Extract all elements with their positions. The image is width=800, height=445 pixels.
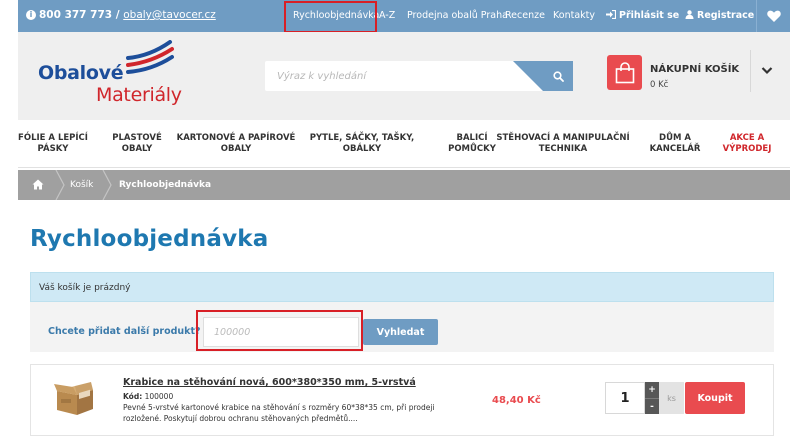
cart-title[interactable]: NÁKUPNÍ KOŠÍK <box>650 64 739 75</box>
shopping-bag-icon <box>615 61 634 83</box>
product-price: 48,40 Kč <box>492 395 541 406</box>
category-nav: FÓLIE A LEPÍCÍ PÁSKY PLASTOVÉ OBALY KART… <box>18 120 790 168</box>
heart-icon <box>766 10 781 22</box>
quantity-input[interactable]: 1 <box>605 382 645 414</box>
breadcrumb-separator <box>55 170 65 200</box>
logo-text-line2: Materiály <box>96 84 182 106</box>
cart-empty-alert: Váš košík je prázdný <box>30 272 774 302</box>
quantity-unit: ks <box>659 382 684 414</box>
toplink-quick-order[interactable]: Rychloobjednávka <box>293 10 379 21</box>
decrement-button[interactable]: - <box>645 398 659 414</box>
search-decoration <box>513 61 543 91</box>
user-icon <box>685 10 694 19</box>
info-icon: i <box>26 10 36 20</box>
category-item[interactable]: FÓLIE A LEPÍCÍ PÁSKY <box>18 120 88 168</box>
page-title: Rychloobjednávka <box>30 226 269 252</box>
breadcrumb-separator <box>102 170 112 200</box>
logo-text-line1: Obalové <box>38 62 124 84</box>
increment-button[interactable]: + <box>645 382 659 398</box>
product-row: Krabice na stěhování nová, 600*380*350 m… <box>30 364 774 436</box>
search-input[interactable] <box>265 61 543 91</box>
product-image[interactable] <box>53 377 97 417</box>
cart-button[interactable] <box>607 55 642 90</box>
category-item[interactable]: STĚHOVACÍ A MANIPULAČNÍ TECHNIKA <box>488 120 638 168</box>
search-box <box>265 61 543 91</box>
site-header: Obalové Materiály NÁKUPNÍ KOŠÍK 0 Kč <box>18 32 790 120</box>
email-link[interactable]: obaly@tavocer.cz <box>123 9 216 21</box>
add-product-row: Chcete přidat další produkt? Vyhledat <box>30 302 774 352</box>
toplink-store-prague[interactable]: Prodejna obalů Praha <box>407 10 508 21</box>
find-product-button[interactable]: Vyhledat <box>363 319 438 345</box>
top-bar: i 800 377 773 / obaly@tavocer.cz Rychloob… <box>18 0 790 32</box>
breadcrumb: Košík Rychloobjednávka <box>18 170 790 200</box>
cart-total: 0 Kč <box>650 80 669 90</box>
wishlist-button[interactable] <box>756 0 790 32</box>
quantity-stepper: + - <box>645 382 659 414</box>
buy-button[interactable]: Koupit <box>685 382 745 414</box>
register-link[interactable]: Registrace <box>685 10 754 21</box>
category-item-sale[interactable]: AKCE A VÝPRODEJ <box>712 120 782 168</box>
login-link[interactable]: Přihlásit se <box>606 9 679 21</box>
breadcrumb-item[interactable]: Košík <box>70 180 93 190</box>
product-code-field <box>203 317 359 347</box>
add-product-label: Chcete přidat další produkt? <box>48 326 201 337</box>
breadcrumb-current: Rychloobjednávka <box>119 180 212 190</box>
logo-swoosh <box>126 40 174 74</box>
product-name-link[interactable]: Krabice na stěhování nová, 600*380*350 m… <box>123 377 416 388</box>
phone-number: 800 377 773 <box>39 9 113 21</box>
divider <box>750 50 751 92</box>
sign-in-icon <box>606 9 617 20</box>
category-item[interactable]: PLASTOVÉ OBALY <box>102 120 172 168</box>
category-item[interactable]: PYTLE, SÁČKY, TAŠKY, OBÁLKY <box>306 120 418 168</box>
chevron-down-icon[interactable] <box>761 66 773 75</box>
toplink-a-z[interactable]: A-Z <box>379 10 395 21</box>
home-icon[interactable] <box>32 179 44 190</box>
category-item[interactable]: DŮM A KANCELÁŘ <box>640 120 710 168</box>
toplink-contacts[interactable]: Kontakty <box>553 10 595 21</box>
toplink-reviews[interactable]: Recenze <box>505 10 545 21</box>
search-icon <box>552 70 564 82</box>
contact-info: i 800 377 773 / obaly@tavocer.cz <box>26 9 216 21</box>
product-description: Pevné 5-vrstvé kartonové krabice na stěh… <box>123 403 435 423</box>
product-code: Kód: 100000 <box>123 392 174 401</box>
category-item[interactable]: KARTONOVÉ A PAPÍROVÉ OBALY <box>176 120 296 168</box>
product-code-input[interactable] <box>204 318 358 346</box>
search-button[interactable] <box>543 61 573 91</box>
